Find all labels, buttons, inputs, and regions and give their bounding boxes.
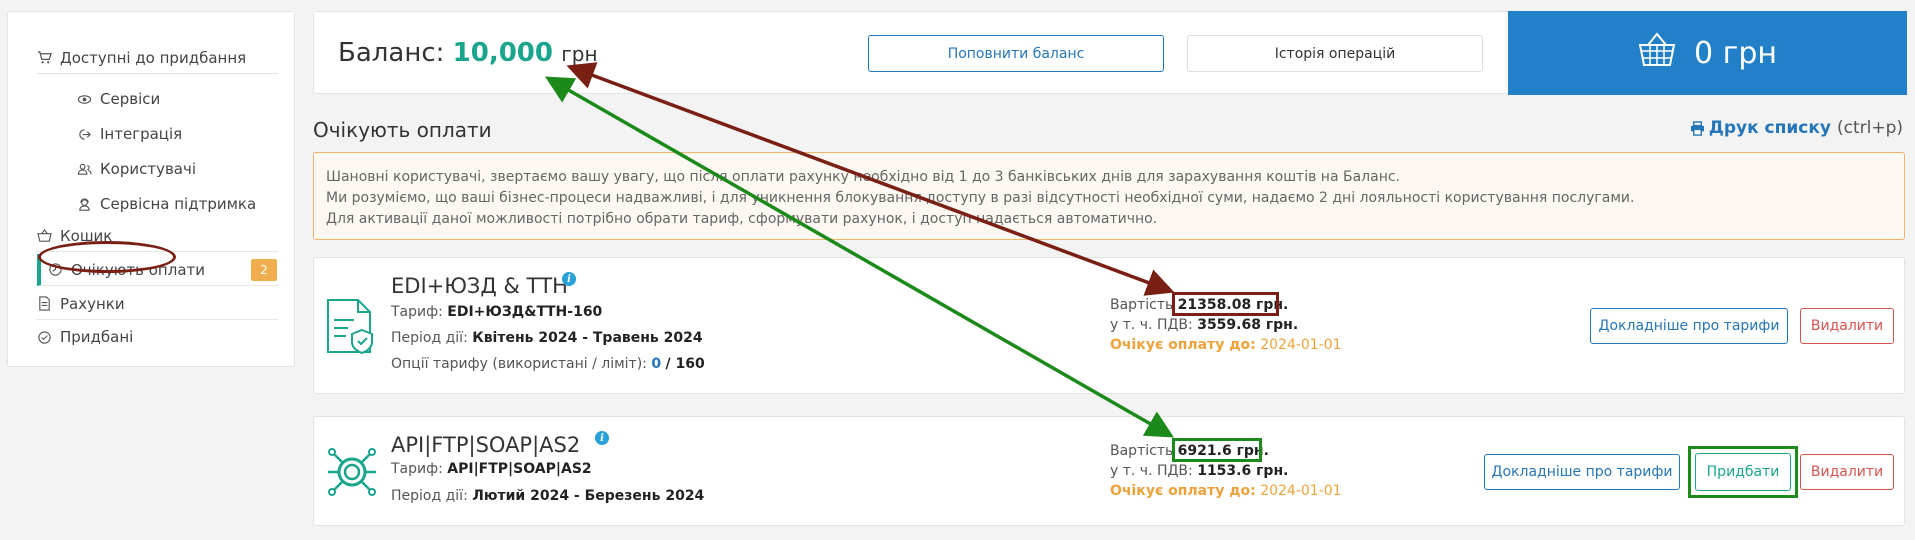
sidebar-item-available[interactable]: Доступні до придбання [36,42,278,74]
tariff-details-button[interactable]: Докладніше про тарифи [1590,308,1788,344]
cart-total: 0 грн [1693,35,1778,71]
print-hint: (ctrl+p) [1836,118,1903,138]
cost-label: Вартість [1110,297,1174,313]
payment-notice: Шановні користувачі, звертаємо вашу уваг… [313,152,1905,240]
service-title: EDI+ЮЗД & ТТН [391,274,568,298]
sidebar-item-label: Сервісна підтримка [100,195,257,213]
sidebar-item-label: Придбані [60,328,134,346]
delete-button[interactable]: Видалити [1800,308,1894,344]
delete-button[interactable]: Видалити [1800,454,1894,490]
document-icon [36,296,52,312]
balance-label: Баланс: [338,38,445,68]
notice-line: Для активації даної можливості потрібно … [326,211,1158,227]
document-shield-icon [324,298,380,360]
period-line: Період дії: Квітень 2024 - Травень 2024 [391,330,703,346]
sidebar-item-label: Рахунки [60,294,125,313]
vat-line: у т. ч. ПДВ: 3559.68 грн. [1110,317,1298,333]
due-line: Очікує оплату до: 2024-01-01 [1110,483,1342,499]
section-title: Очікують оплати [313,118,492,142]
check-circle-icon [36,329,52,345]
cart-icon [36,50,52,66]
buy-button[interactable]: Придбати [1695,453,1791,491]
basket-icon [1638,31,1694,75]
info-icon[interactable]: i [595,431,609,445]
tariff-line: Тариф: EDI+ЮЗД&ТТН-160 [391,304,602,320]
period-value: Квітень 2024 - Травень 2024 [472,330,703,346]
tariff-label: Тариф: [391,304,443,320]
cart-total-button[interactable]: 0 грн [1508,11,1907,95]
balance-value: 10,000 [452,38,553,68]
print-label: Друк списку [1708,118,1831,138]
notice-line: Ми розуміємо, що ваші бізнес-процеси над… [326,190,1635,206]
vat-value: 3559.68 грн. [1197,317,1299,333]
due-label: Очікує оплату до: [1110,483,1256,499]
tariff-details-button[interactable]: Докладніше про тарифи [1484,454,1680,490]
options-line: Опції тарифу (використані / ліміт): 0 / … [391,356,705,372]
sidebar-item-label: Сервіси [100,90,161,108]
vat-label: у т. ч. ПДВ: [1110,317,1193,333]
vat-line: у т. ч. ПДВ: 1153.6 грн. [1110,463,1288,479]
highlight-box [1172,438,1262,462]
highlight-oval [38,241,176,273]
due-line: Очікує оплату до: 2024-01-01 [1110,337,1342,353]
users-icon [76,161,92,177]
options-limit: / 160 [665,356,705,372]
balance-unit: грн [561,42,598,66]
tariff-value: EDI+ЮЗД&ТТН-160 [447,304,603,320]
period-label: Період дії: [391,488,468,504]
tariff-line: Тариф: API|FTP|SOAP|AS2 [391,461,592,477]
support-icon [76,196,92,212]
options-label: Опції тарифу (використані / ліміт): [391,356,647,372]
service-title: API|FTP|SOAP|AS2 [391,433,581,457]
highlight-box [1172,292,1279,316]
period-line: Період дії: Лютий 2024 - Березень 2024 [391,488,704,504]
period-value: Лютий 2024 - Березень 2024 [472,488,705,504]
balance-display: Баланс: 10,000 грн [338,38,598,68]
eye-icon [76,91,92,107]
printer-icon [1690,120,1705,136]
cost-label: Вартість [1110,443,1174,459]
sidebar-item-services[interactable]: Сервіси [76,83,278,115]
pending-item-card: API|FTP|SOAP|AS2 i Тариф: API|FTP|SOAP|A… [313,416,1905,526]
info-icon[interactable]: i [562,272,576,286]
topup-button[interactable]: Поповнити баланс [868,35,1164,72]
tariff-label: Тариф: [391,461,443,477]
sidebar-item-label: Інтеграція [100,125,183,143]
balance-bar: Баланс: 10,000 грн Поповнити баланс Істо… [313,11,1907,95]
sidebar-item-label: Користувачі [100,160,197,178]
vat-label: у т. ч. ПДВ: [1110,463,1193,479]
basket-icon [36,228,52,244]
sidebar-item-support[interactable]: Сервісна підтримка [76,188,278,220]
options-used: 0 [651,356,662,372]
print-list-link[interactable]: Друк списку (ctrl+p) [1690,118,1903,138]
count-badge: 2 [251,259,277,281]
tariff-value: API|FTP|SOAP|AS2 [447,461,592,477]
sidebar-item-integration[interactable]: Інтеграція [76,118,278,150]
history-button[interactable]: Історія операцій [1187,35,1483,72]
notice-line: Шановні користувачі, звертаємо вашу уваг… [326,169,1401,185]
sidebar-item-users[interactable]: Користувачі [76,153,278,185]
sidebar-item-purchased[interactable]: Придбані [36,321,278,353]
vat-value: 1153.6 грн. [1197,463,1289,479]
sidebar-item-invoices[interactable]: Рахунки [36,288,278,320]
due-date: 2024-01-01 [1260,337,1342,353]
sidebar-item-label: Доступні до придбання [60,48,247,67]
network-hub-icon [324,443,380,505]
period-label: Період дії: [391,330,468,346]
integration-icon [76,126,92,142]
due-date: 2024-01-01 [1260,483,1342,499]
pending-item-card: EDI+ЮЗД & ТТН i Тариф: EDI+ЮЗД&ТТН-160 П… [313,257,1905,394]
sidebar: Доступні до придбання Сервіси Інтеграція… [7,11,295,367]
due-label: Очікує оплату до: [1110,337,1256,353]
